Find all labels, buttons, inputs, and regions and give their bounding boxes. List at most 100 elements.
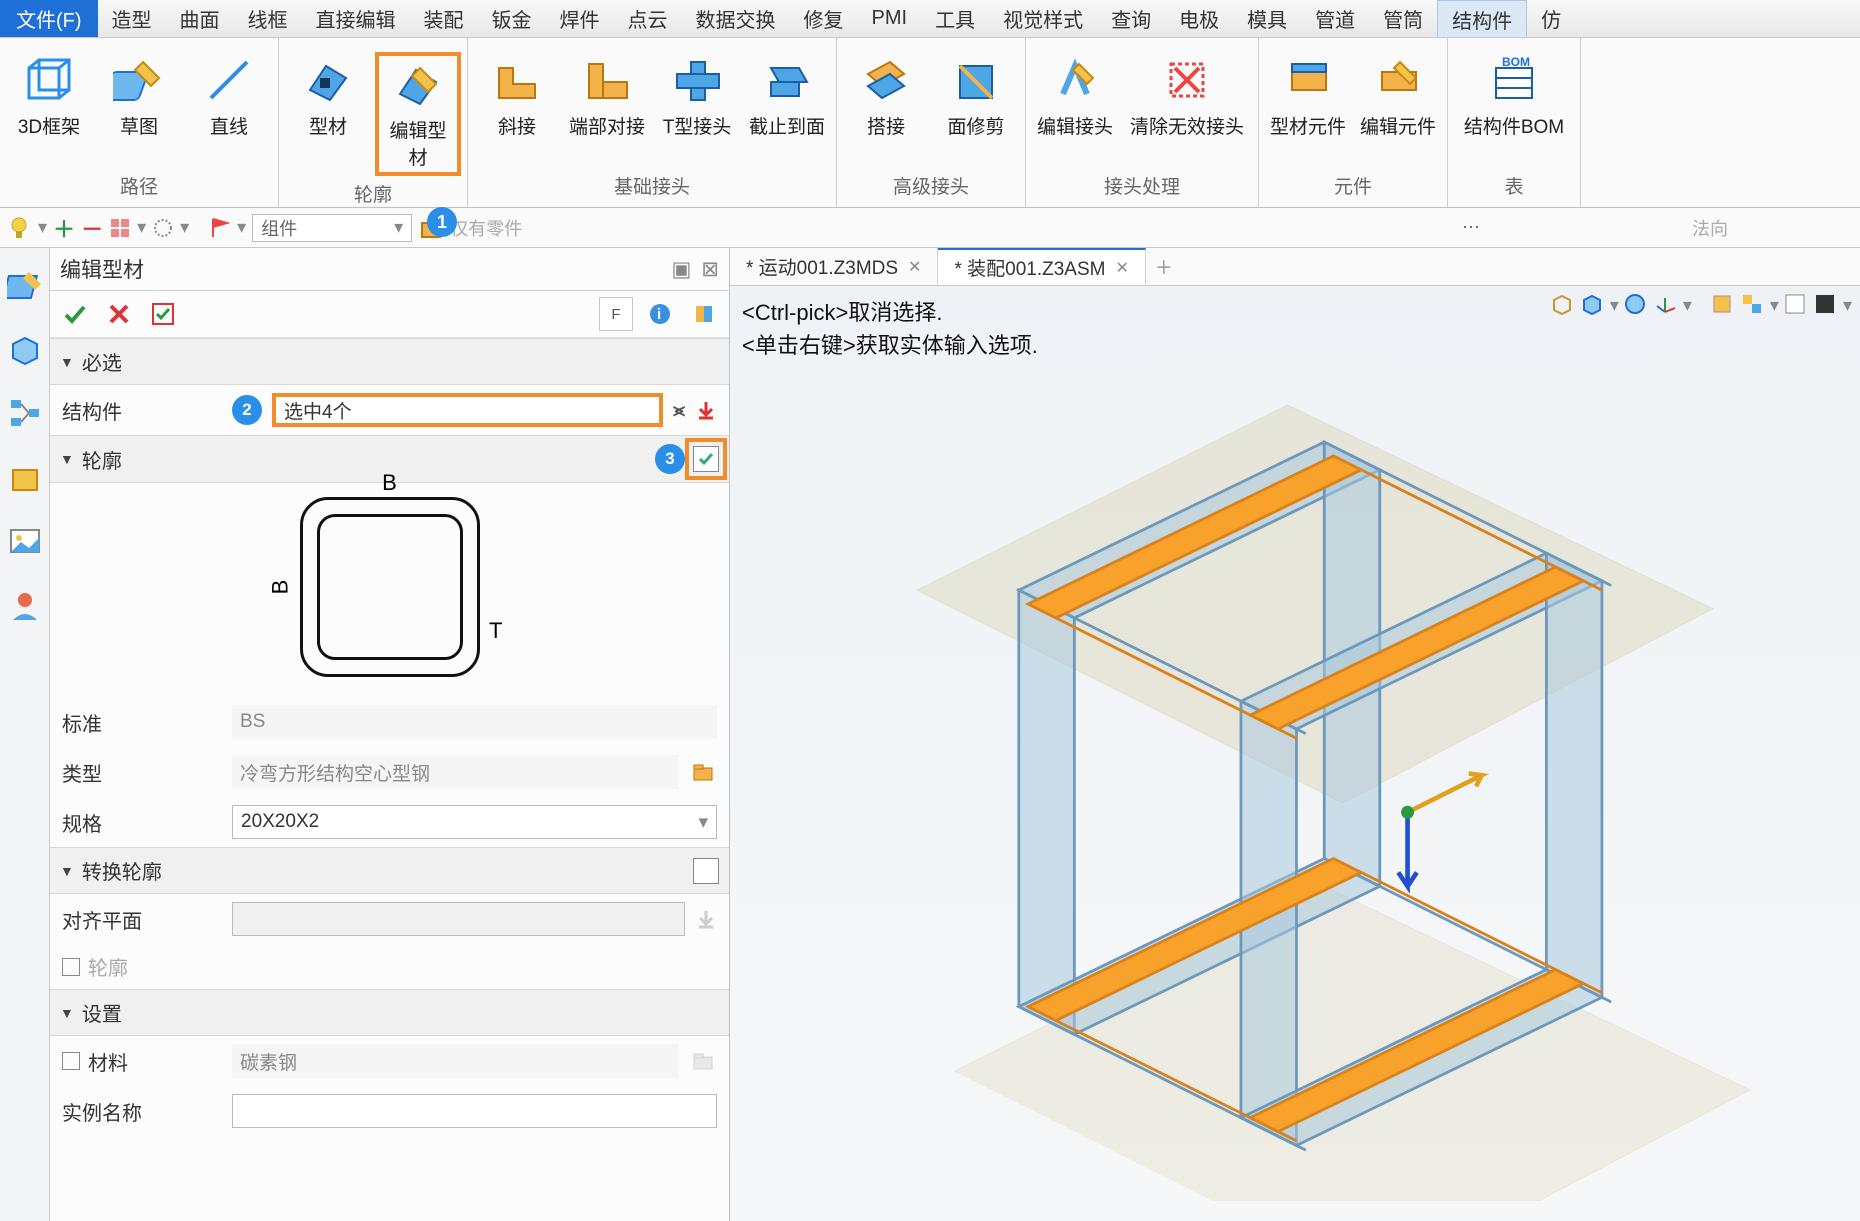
input-struct[interactable]: 选中4个	[272, 393, 663, 427]
menu-item[interactable]: 视觉样式	[989, 0, 1097, 37]
panel-icon[interactable]	[7, 268, 43, 304]
folder-icon[interactable]	[689, 1047, 717, 1075]
cube-icon[interactable]	[1550, 292, 1576, 318]
cube-icon[interactable]	[1580, 292, 1606, 318]
btn-profile-comp[interactable]: 型材元件	[1265, 52, 1351, 141]
callout-2: 2	[232, 395, 262, 425]
tab-active[interactable]: * 装配001.Z3ASM✕	[938, 248, 1145, 285]
menu-item[interactable]: 曲面	[166, 0, 234, 37]
apply-icon[interactable]	[146, 297, 180, 331]
btn-bom[interactable]: BOM结构件BOM	[1454, 52, 1574, 141]
cube-icon[interactable]	[7, 332, 43, 368]
viewport[interactable]: * 运动001.Z3MDS✕ * 装配001.Z3ASM✕ ＋ ▾ ▾ ▾ ▾ …	[730, 248, 1860, 1221]
btn-clear-invalid[interactable]: 清除无效接头	[1122, 52, 1252, 141]
menu-item[interactable]: 直接编辑	[302, 0, 410, 37]
btn-profile[interactable]: 型材	[285, 52, 371, 141]
tree-icon[interactable]	[7, 396, 43, 432]
btn-tjoint[interactable]: T型接头	[654, 52, 740, 141]
btn-lap[interactable]: 搭接	[843, 52, 929, 141]
btn-line[interactable]: 直线	[186, 52, 272, 141]
tab[interactable]: * 运动001.Z3MDS✕	[730, 248, 938, 285]
label: 面修剪	[947, 112, 1004, 139]
restore-icon[interactable]: ▣	[672, 257, 692, 282]
close-icon[interactable]: ✕	[908, 257, 921, 277]
f-button[interactable]: F	[599, 297, 633, 331]
close-icon[interactable]: ⊠	[701, 257, 719, 282]
sphere-icon[interactable]	[1623, 292, 1649, 318]
menu-item[interactable]: 管道	[1301, 0, 1369, 37]
folder-icon[interactable]	[689, 758, 717, 786]
btn-sketch[interactable]: 草图	[96, 52, 182, 141]
minus-icon[interactable]: －	[81, 212, 103, 244]
misc-icon[interactable]: ⋯	[1462, 217, 1480, 238]
expand-icon[interactable]: ⪤	[673, 400, 685, 421]
flag-icon[interactable]	[209, 217, 231, 239]
menu-item[interactable]: 工具	[921, 0, 989, 37]
endbutt-icon	[581, 54, 633, 106]
blank-icon[interactable]	[1783, 292, 1809, 318]
checkbox-transform[interactable]	[693, 858, 719, 884]
axis-icon[interactable]	[1653, 292, 1679, 318]
cancel-icon[interactable]	[102, 297, 136, 331]
comp-icon	[1282, 54, 1334, 106]
section-settings[interactable]: ▼ 设置	[50, 989, 729, 1036]
menu-item[interactable]: 钣金	[478, 0, 546, 37]
ok-icon[interactable]	[58, 297, 92, 331]
view-icon[interactable]	[1740, 292, 1766, 318]
section-transform[interactable]: ▼ 转换轮廓	[50, 847, 729, 894]
checkbox-icon[interactable]	[62, 958, 80, 976]
btn-facetrim[interactable]: 面修剪	[933, 52, 1019, 141]
select-spec[interactable]: 20X20X2▾	[232, 805, 717, 839]
btn-miter[interactable]: 斜接	[474, 52, 560, 141]
ribbon-group-joint-handle: 编辑接头 清除无效接头 接头处理	[1026, 38, 1259, 207]
dim-b-top: B	[382, 470, 397, 496]
add-tab-icon[interactable]: ＋	[1146, 254, 1182, 280]
input-instance[interactable]	[232, 1094, 717, 1128]
btn-edit-comp[interactable]: 编辑元件	[1355, 52, 1441, 141]
box-icon[interactable]	[7, 460, 43, 496]
image-icon[interactable]	[7, 524, 43, 560]
btn-edit-profile[interactable]: 编辑型材	[375, 52, 461, 176]
menu-item[interactable]: PMI	[858, 0, 922, 37]
view-icon[interactable]	[1710, 292, 1736, 318]
download-icon[interactable]	[695, 399, 717, 421]
menu-item[interactable]: 电极	[1165, 0, 1233, 37]
menu-item[interactable]: 造型	[98, 0, 166, 37]
menu-item[interactable]: 装配	[410, 0, 478, 37]
checkbox-icon[interactable]	[62, 1052, 80, 1070]
input-align[interactable]	[232, 902, 685, 936]
dotted-circle-icon[interactable]	[152, 217, 174, 239]
trimface-icon	[761, 54, 813, 106]
menu-item[interactable]: 仿	[1527, 0, 1575, 37]
menu-item[interactable]: 管筒	[1369, 0, 1437, 37]
model-view[interactable]	[790, 368, 1840, 1201]
btn-trimface[interactable]: 截止到面	[744, 52, 830, 141]
book-icon[interactable]	[687, 297, 721, 331]
info-icon[interactable]: i	[643, 297, 677, 331]
solid-icon[interactable]	[1813, 292, 1839, 318]
menu-item-active[interactable]: 结构件	[1437, 0, 1527, 37]
person-icon[interactable]	[7, 588, 43, 624]
ribbon: 3D框架 草图 直线 路径 型材 编辑型材 轮廓 1	[0, 38, 1860, 208]
btn-3d-frame[interactable]: 3D框架	[6, 52, 92, 141]
section-required[interactable]: ▼ 必选	[50, 338, 729, 385]
menu-file[interactable]: 文件(F)	[0, 0, 98, 37]
menu-item[interactable]: 数据交换	[682, 0, 790, 37]
btn-edit-joint[interactable]: 编辑接头	[1032, 52, 1118, 141]
label: 截止到面	[749, 112, 825, 139]
grid-icon[interactable]	[109, 217, 131, 239]
download-icon[interactable]	[695, 908, 717, 930]
checkbox-profile[interactable]	[693, 446, 719, 472]
combo-assembly[interactable]: 组件▾	[252, 214, 412, 242]
menu-item[interactable]: 查询	[1097, 0, 1165, 37]
menu-item[interactable]: 焊件	[546, 0, 614, 37]
menu-item[interactable]: 点云	[614, 0, 682, 37]
lightbulb-icon[interactable]	[6, 215, 32, 241]
close-icon[interactable]: ✕	[1115, 258, 1128, 278]
plus-icon[interactable]: ＋	[53, 212, 75, 244]
panel-title-bar: 编辑型材 ▣ ⊠	[50, 248, 729, 291]
menu-item[interactable]: 修复	[790, 0, 858, 37]
menu-item[interactable]: 线框	[234, 0, 302, 37]
menu-item[interactable]: 模具	[1233, 0, 1301, 37]
btn-endbutt[interactable]: 端部对接	[564, 52, 650, 141]
